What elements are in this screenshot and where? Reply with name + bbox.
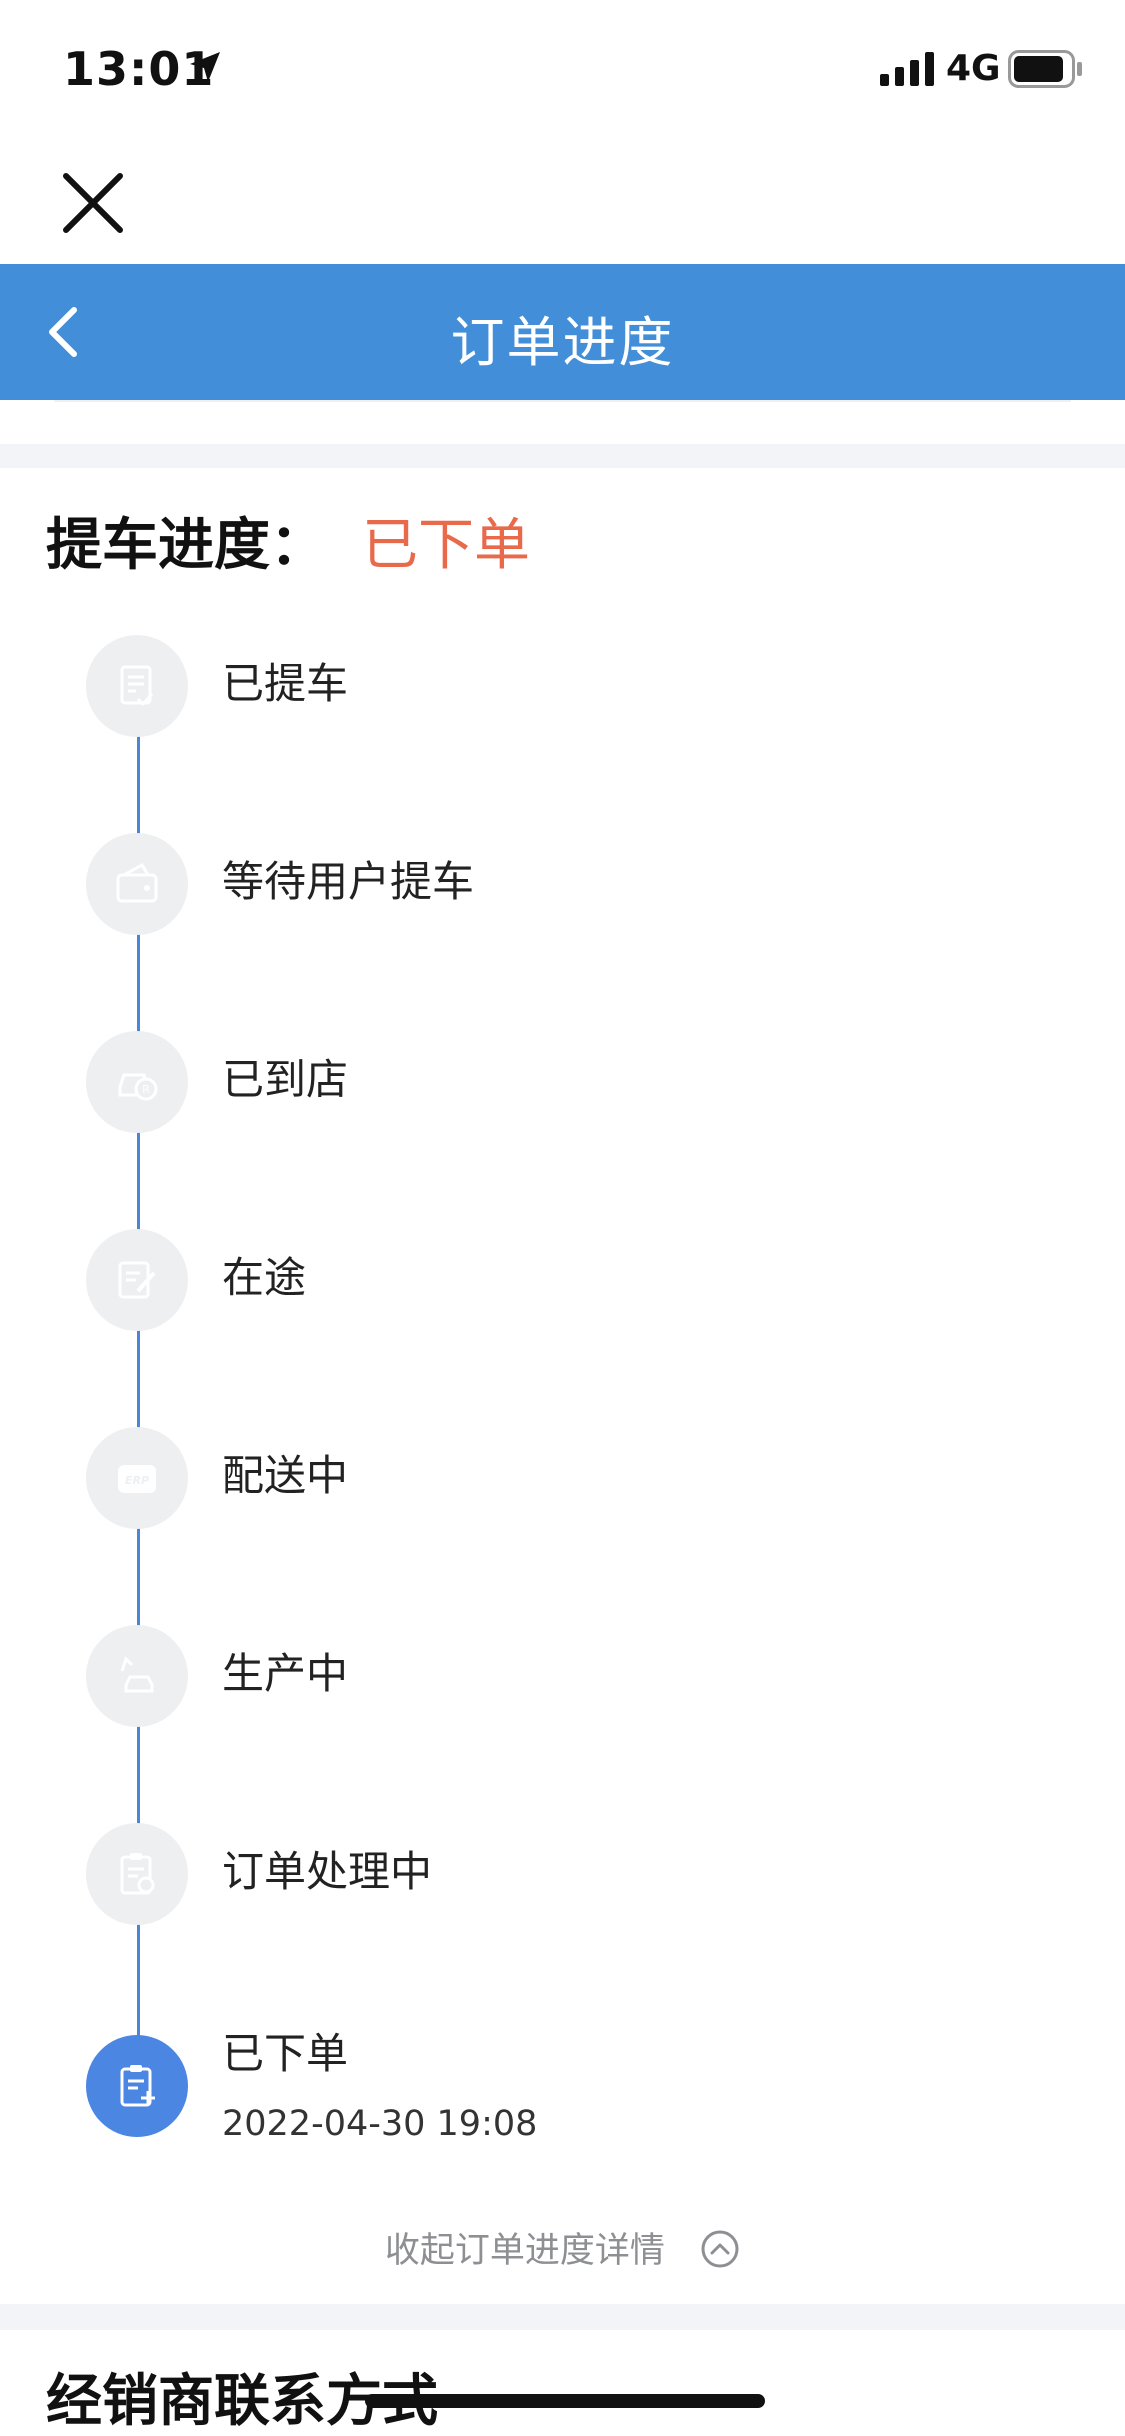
factory-car-icon: [86, 1625, 188, 1727]
close-icon[interactable]: [60, 170, 126, 236]
nav-header: 订单进度: [0, 264, 1125, 400]
step-label: 生产中: [222, 1649, 349, 1698]
car-service-icon: R: [86, 1031, 188, 1133]
order-timeline: 已提车 等待用户提车 R 已到店 在途 ERP 配送中 生产中 订单处理中 已下…: [0, 620, 1125, 2180]
step-date: 2022-04-30 19:08: [222, 2104, 538, 2144]
wallet-icon: [86, 833, 188, 935]
signal-icon: [880, 52, 934, 86]
close-bar: [0, 140, 1125, 264]
progress-label: 提车进度：: [46, 513, 326, 578]
timeline-step: 已提车: [0, 620, 1125, 740]
clipboard-plus-icon: [86, 2035, 188, 2137]
progress-header: 提车进度： 已下单: [46, 500, 530, 581]
step-label: 等待用户提车: [222, 857, 475, 906]
edit-document-icon: [86, 1229, 188, 1331]
network-type: 4G: [946, 48, 1001, 89]
timeline-step-current: 已下单 2022-04-30 19:08: [0, 2020, 1125, 2144]
step-label: 已提车: [222, 659, 349, 708]
clipboard-clock-icon: [86, 1823, 188, 1925]
collapse-label: 收起订单进度详情: [384, 2231, 665, 2271]
section-divider: [0, 2304, 1125, 2330]
step-label: 订单处理中: [222, 1847, 433, 1896]
svg-text:R: R: [142, 1083, 150, 1096]
location-arrow-icon: [190, 52, 220, 82]
home-indicator[interactable]: [365, 2394, 765, 2408]
battery-icon: [1008, 50, 1082, 88]
timeline-step: 在途: [0, 1214, 1125, 1334]
document-check-icon: [86, 635, 188, 737]
timeline-step: 订单处理中: [0, 1808, 1125, 1928]
step-label: 已下单: [222, 2029, 349, 2078]
step-label: 已到店: [222, 1055, 349, 1104]
step-label: 配送中: [222, 1451, 349, 1500]
erp-truck-icon: ERP: [86, 1427, 188, 1529]
status-bar: 13:01 4G: [0, 0, 1125, 140]
chevron-up-circle-icon: [701, 2230, 739, 2268]
section-divider: [0, 444, 1125, 468]
page-title: 订单进度: [450, 311, 675, 374]
collapse-details-button[interactable]: 收起订单进度详情: [0, 2222, 1125, 2273]
timeline-step: ERP 配送中: [0, 1412, 1125, 1532]
timeline-step: R 已到店: [0, 1016, 1125, 1136]
timeline-step: 生产中: [0, 1610, 1125, 1730]
svg-text:ERP: ERP: [125, 1474, 149, 1487]
progress-status: 已下单: [362, 513, 530, 578]
step-label: 在途: [222, 1253, 307, 1302]
timeline-step: 等待用户提车: [0, 818, 1125, 938]
